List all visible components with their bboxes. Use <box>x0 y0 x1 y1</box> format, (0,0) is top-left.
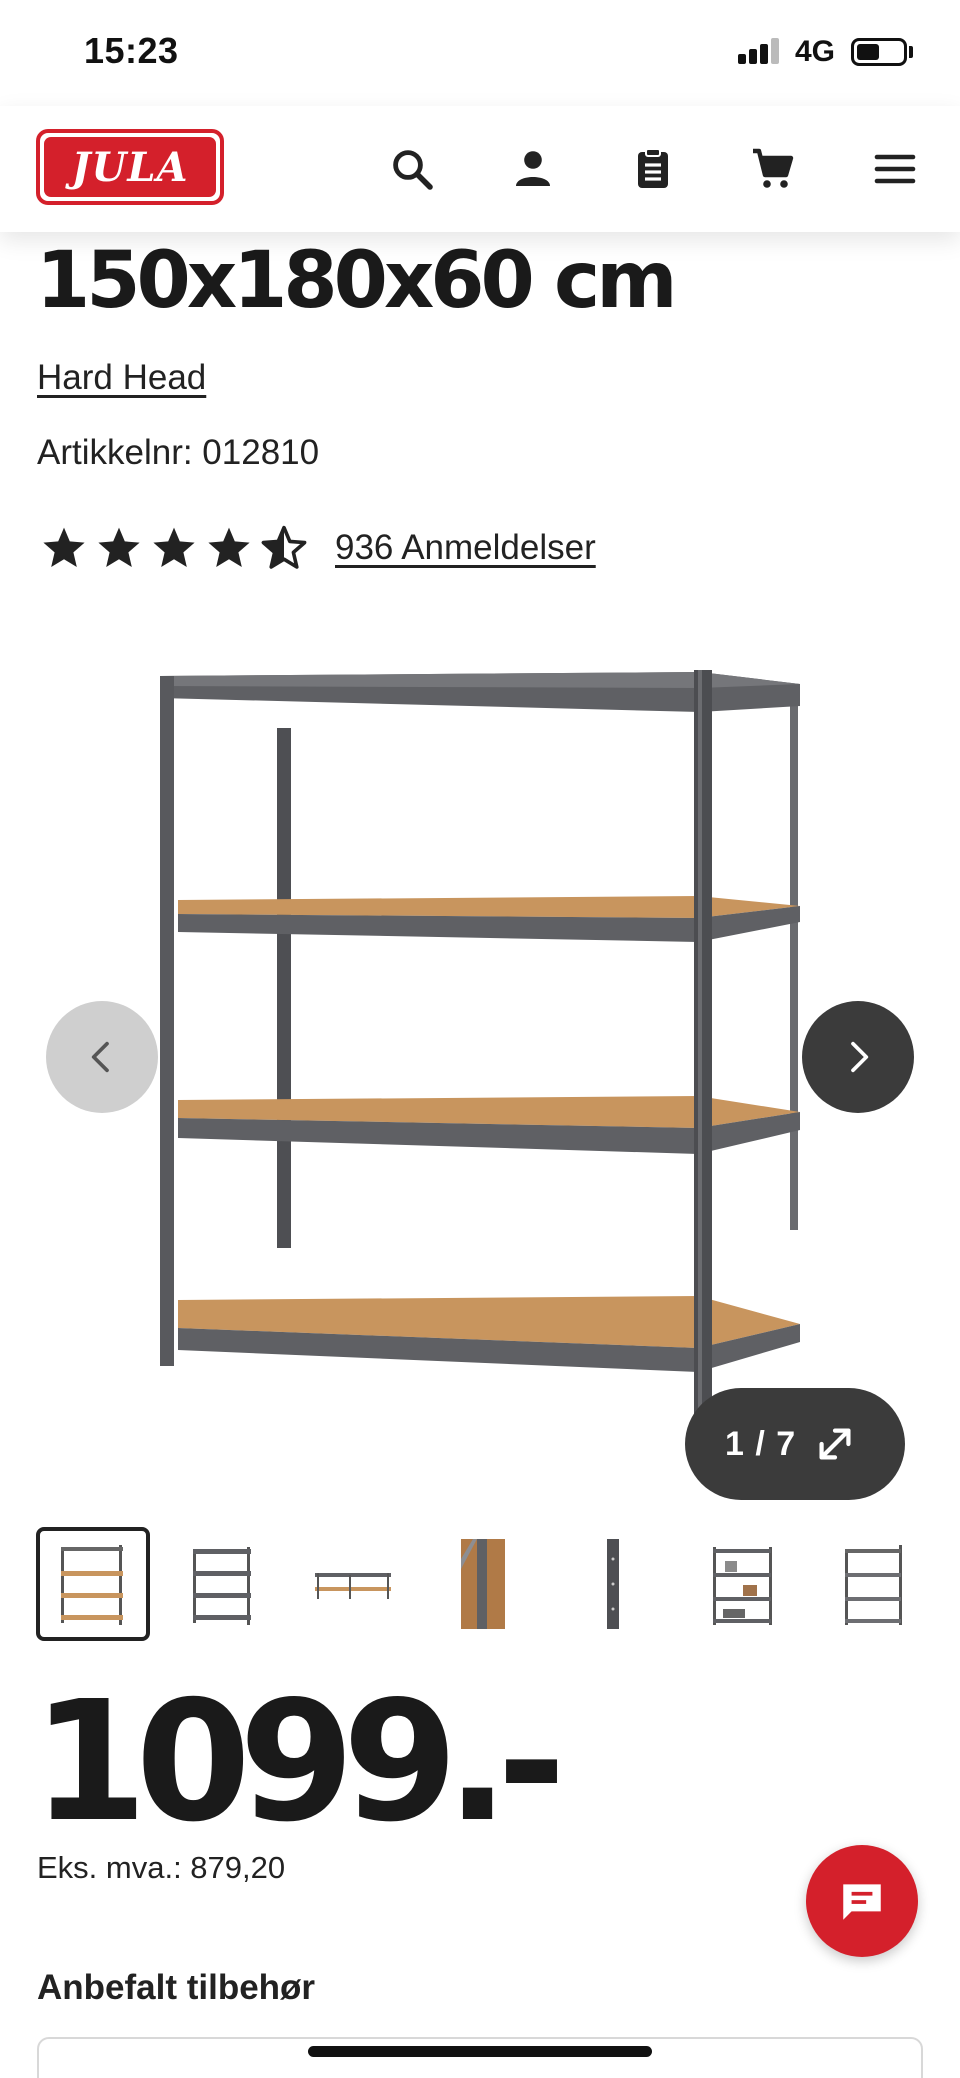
star-icon <box>98 527 140 567</box>
menu-icon[interactable] <box>865 139 925 199</box>
star-icon <box>153 527 195 567</box>
product-price: 1099.- <box>32 1666 566 1859</box>
next-image-button[interactable] <box>802 1001 914 1113</box>
product-title: 150x180x60 cm <box>36 236 677 326</box>
thumbnail-5[interactable] <box>556 1527 670 1641</box>
jula-logo[interactable]: JULA <box>36 129 224 205</box>
reviews-link[interactable]: 936 Anmeldelser <box>335 528 596 568</box>
search-icon[interactable] <box>382 139 442 199</box>
chat-button[interactable] <box>806 1845 918 1957</box>
expand-icon <box>819 1428 851 1460</box>
thumbnail-1[interactable] <box>36 1527 150 1641</box>
network-type: 4G <box>795 35 836 68</box>
battery-icon <box>851 38 907 66</box>
thumbnail-6[interactable] <box>686 1527 800 1641</box>
status-time: 15:23 <box>84 30 179 71</box>
thumbnail-2[interactable] <box>166 1527 280 1641</box>
thumbnail-3[interactable] <box>296 1527 410 1641</box>
product-rating[interactable]: 936 Anmeldelser <box>40 520 596 576</box>
status-bar: 15:23 4G <box>0 0 960 106</box>
account-icon[interactable] <box>503 139 563 199</box>
brand-link[interactable]: Hard Head <box>37 358 206 398</box>
battery-tip <box>909 46 913 58</box>
shelf-product-image[interactable] <box>150 660 810 1480</box>
thumbnail-4[interactable] <box>426 1527 540 1641</box>
site-header: JULA <box>0 106 960 232</box>
image-counter-fullscreen-button[interactable]: 1 / 7 <box>685 1388 905 1500</box>
home-indicator <box>308 2046 652 2057</box>
article-number: Artikkelnr: 012810 <box>37 433 320 472</box>
logo-badge: JULA <box>44 137 216 197</box>
price-ex-vat: Eks. mva.: 879,20 <box>37 1850 286 1885</box>
half-star-icon <box>261 525 307 569</box>
previous-image-button[interactable] <box>46 1001 158 1113</box>
image-counter: 1 / 7 <box>725 1424 797 1463</box>
thumbnail-strip <box>36 1527 926 1641</box>
accessories-heading: Anbefalt tilbehør <box>37 1968 316 2007</box>
chat-icon <box>843 1884 881 1920</box>
thumbnail-7[interactable] <box>816 1527 930 1641</box>
chevron-left-icon <box>91 1041 109 1073</box>
chevron-right-icon <box>851 1041 869 1073</box>
accessory-card[interactable] <box>37 2037 923 2078</box>
logo-text: JULA <box>71 143 189 191</box>
star-icon <box>208 527 250 567</box>
cart-icon[interactable] <box>743 139 803 199</box>
product-gallery: 1 / 7 <box>0 640 960 1510</box>
cellular-signal-icon <box>738 38 782 64</box>
shopping-list-icon[interactable] <box>623 139 683 199</box>
star-icon <box>43 527 85 567</box>
